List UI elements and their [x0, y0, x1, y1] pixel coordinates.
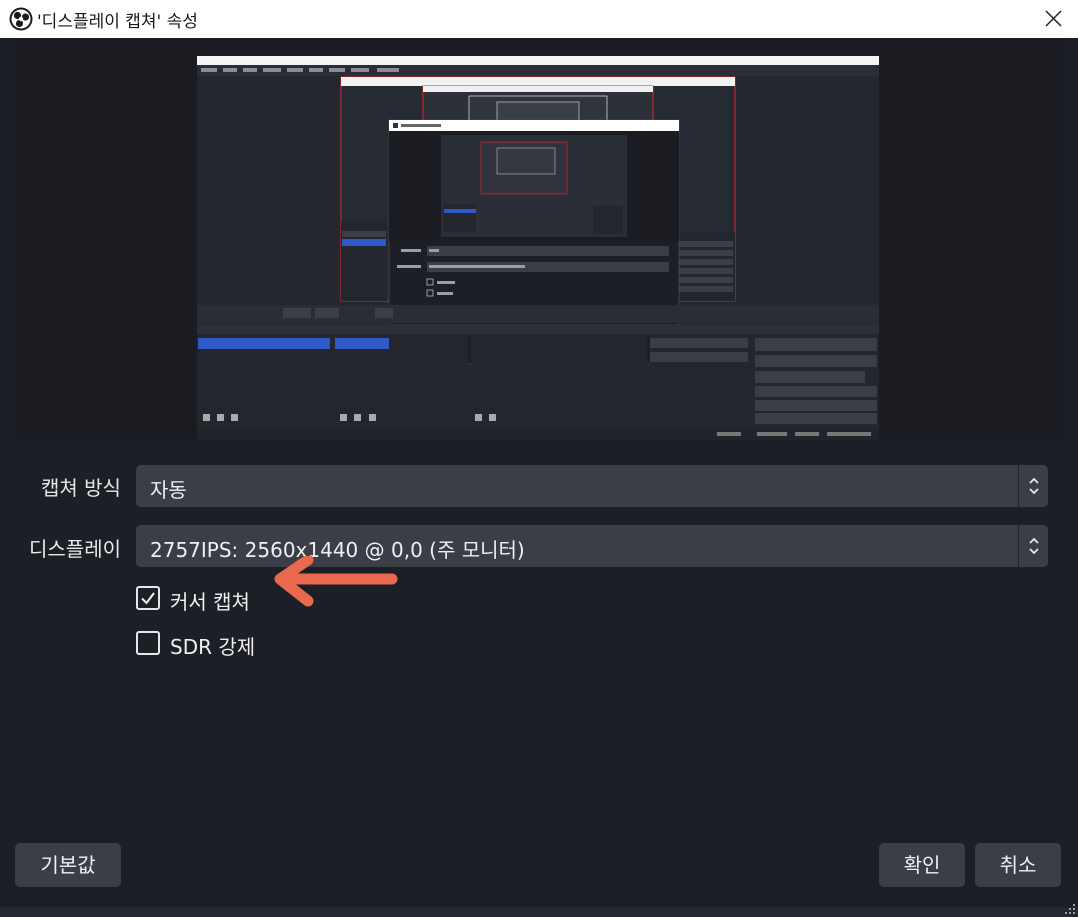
- title-bar: '디스플레이 캡쳐' 속성: [0, 0, 1078, 38]
- display-dropdown[interactable]: [1018, 525, 1048, 567]
- resize-grip-icon[interactable]: [1064, 903, 1076, 915]
- chevron-updown-icon: [1029, 477, 1039, 495]
- capture-method-label: 캡쳐 방식: [41, 476, 121, 500]
- capture-cursor-label: 커서 캡쳐: [170, 590, 250, 614]
- capture-preview-image: [197, 56, 879, 440]
- close-icon: [1045, 10, 1062, 27]
- cancel-button[interactable]: 취소: [975, 843, 1061, 887]
- obs-logo-icon: [9, 7, 33, 31]
- capture-method-select[interactable]: 자동: [136, 465, 1048, 507]
- annotation-arrow-icon: [274, 556, 398, 607]
- capture-method-dropdown[interactable]: [1018, 465, 1048, 507]
- capture-method-value: 자동: [150, 478, 187, 502]
- ok-button[interactable]: 확인: [879, 843, 965, 887]
- capture-cursor-checkbox[interactable]: [136, 586, 160, 610]
- force-sdr-checkbox[interactable]: [136, 631, 160, 655]
- bottom-strip: [0, 907, 1078, 917]
- chevron-updown-icon: [1029, 537, 1039, 555]
- force-sdr-label: SDR 강제: [170, 635, 256, 659]
- checkmark-icon: [141, 592, 155, 605]
- close-button[interactable]: [1028, 0, 1078, 38]
- defaults-button[interactable]: 기본값: [15, 843, 121, 887]
- window-title: '디스플레이 캡쳐' 속성: [37, 12, 198, 32]
- display-label: 디스플레이: [29, 537, 121, 561]
- force-sdr-row[interactable]: SDR 강제: [136, 631, 336, 659]
